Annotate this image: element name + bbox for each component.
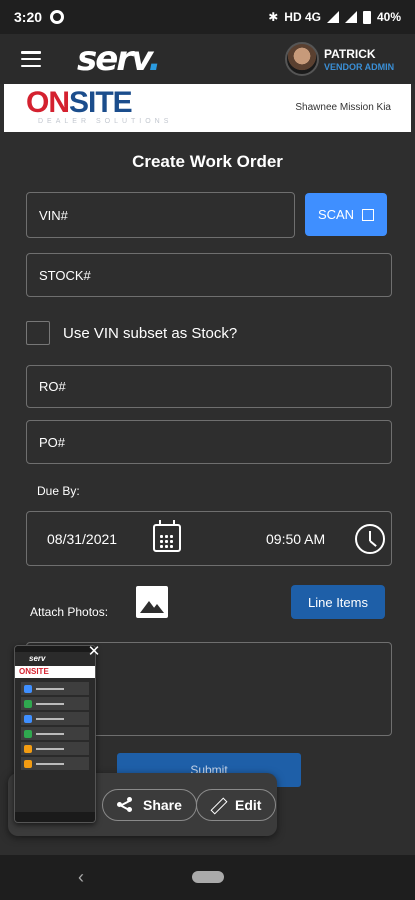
- share-label: Share: [143, 797, 182, 813]
- due-date-value[interactable]: 08/31/2021: [47, 531, 117, 547]
- battery-level: 40%: [376, 10, 401, 24]
- thumb-menu-item-icon: [24, 744, 32, 753]
- thumb-menu-item-text: [36, 687, 64, 690]
- status-indicators: ✱ HD 4G 40%: [268, 10, 401, 24]
- serv-logo: serv.: [77, 39, 161, 79]
- thumb-menu-item: [21, 742, 89, 755]
- avatar[interactable]: [285, 42, 319, 76]
- due-time-value[interactable]: 09:50 AM: [266, 531, 325, 547]
- vin-subset-checkbox[interactable]: [26, 321, 50, 345]
- network-label: HD 4G: [284, 10, 321, 24]
- clock-icon[interactable]: [355, 524, 385, 554]
- thumb-menu-item-icon: [24, 729, 32, 738]
- po-placeholder: PO#: [39, 434, 66, 450]
- page-title: Create Work Order: [132, 152, 283, 171]
- vin-subset-label: Use VIN subset as Stock?: [63, 325, 238, 342]
- thumb-banner: ONSITE: [15, 666, 95, 678]
- thumb-menu-item-text: [36, 762, 64, 765]
- share-icon: [117, 797, 133, 813]
- thumb-menu-item: [21, 682, 89, 695]
- onsite-logo: ONSITE: [26, 86, 133, 119]
- screenshot-thumbnail[interactable]: serv ONSITE: [14, 645, 96, 823]
- image-icon[interactable]: [136, 586, 168, 618]
- google-icon: [50, 10, 65, 24]
- share-button[interactable]: Share: [102, 789, 197, 821]
- line-items-button[interactable]: Line Items: [291, 585, 385, 619]
- thumb-menu: [15, 678, 95, 776]
- home-pill-icon[interactable]: [192, 871, 224, 883]
- edit-button[interactable]: Edit: [196, 789, 277, 821]
- thumb-menu-item-text: [36, 732, 64, 735]
- po-input[interactable]: PO#: [26, 420, 392, 464]
- thumb-menu-item-text: [36, 702, 64, 705]
- thumb-menu-item: [21, 697, 89, 710]
- back-icon[interactable]: ‹: [78, 867, 84, 888]
- thumb-menu-item-icon: [24, 759, 32, 768]
- calendar-icon[interactable]: [153, 520, 181, 552]
- bluetooth-icon: ✱: [268, 10, 279, 24]
- signal-icon-2: [344, 11, 357, 23]
- pencil-icon: [211, 798, 225, 812]
- vin-placeholder: VIN#: [39, 207, 68, 223]
- app-bar: serv. PATRICK VENDOR ADMIN: [0, 34, 415, 84]
- ro-placeholder: RO#: [39, 379, 66, 394]
- thumb-footer: [15, 812, 95, 822]
- menu-icon[interactable]: [21, 51, 41, 67]
- stock-input[interactable]: STOCK#: [26, 253, 392, 297]
- scan-frame-icon: [362, 209, 374, 221]
- status-time: 3:20: [14, 9, 43, 25]
- thumb-menu-item-icon: [24, 714, 32, 723]
- thumb-menu-item: [21, 757, 89, 770]
- vin-input[interactable]: VIN#: [26, 192, 295, 238]
- system-nav-bar: ‹: [0, 855, 415, 900]
- onsite-tagline: DEALER SOLUTIONS: [38, 118, 173, 125]
- thumb-menu-item-icon: [24, 699, 32, 708]
- status-bar: 3:20 ✱ HD 4G 40%: [0, 0, 415, 34]
- ro-input[interactable]: RO#: [26, 365, 392, 408]
- dealer-banner: ONSITE DEALER SOLUTIONS Shawnee Mission …: [4, 84, 411, 132]
- dealer-name: Shawnee Mission Kia: [295, 102, 391, 113]
- edit-label: Edit: [235, 797, 262, 813]
- thumb-menu-item: [21, 727, 89, 740]
- stock-placeholder: STOCK#: [39, 267, 91, 283]
- user-role: VENDOR ADMIN: [324, 62, 395, 72]
- battery-icon: [362, 10, 371, 24]
- line-items-label: Line Items: [308, 594, 368, 610]
- thumb-app-bar: serv: [15, 652, 95, 666]
- user-name[interactable]: PATRICK: [324, 47, 376, 61]
- due-by-label: Due By:: [37, 484, 80, 498]
- thumb-menu-item-text: [36, 717, 64, 720]
- thumb-menu-item-text: [36, 747, 64, 750]
- due-date-time-field: 08/31/2021 09:50 AM: [26, 511, 392, 566]
- scan-button[interactable]: SCAN: [305, 193, 387, 236]
- scan-label: SCAN: [317, 207, 355, 222]
- close-icon[interactable]: ✕: [86, 644, 102, 660]
- thumb-menu-item-icon: [24, 684, 32, 693]
- signal-icon: [326, 11, 339, 23]
- attach-photos-label: Attach Photos:: [30, 605, 109, 619]
- thumb-menu-item: [21, 712, 89, 725]
